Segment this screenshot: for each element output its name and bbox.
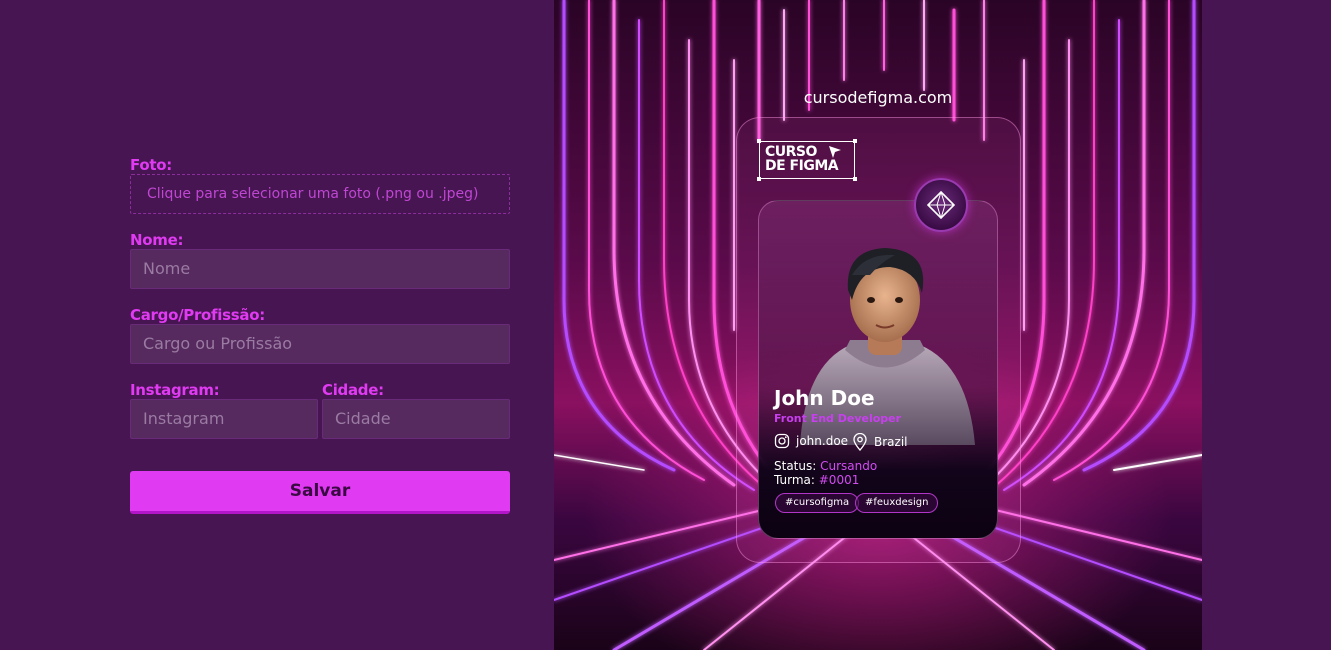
photo-label: Foto: — [130, 156, 172, 174]
diamond-badge-icon — [927, 191, 955, 219]
site-url: cursodefigma.com — [803, 88, 953, 107]
profile-role: Front End Developer — [774, 412, 902, 425]
profile-instagram: john.doe — [774, 433, 848, 449]
profile-name: John Doe — [774, 386, 875, 410]
location-pin-icon — [853, 433, 867, 451]
city-label: Cidade: — [322, 381, 384, 399]
logo-line-2: DE FIGMA — [765, 158, 839, 174]
class-value: #0001 — [818, 473, 860, 487]
profile-city-name: Brazil — [874, 435, 908, 449]
profile-city: Brazil — [852, 433, 908, 451]
tag-cursofigma: #cursofigma — [775, 493, 860, 513]
profile-status: Status: Cursando — [774, 459, 877, 473]
instagram-icon — [774, 433, 790, 449]
role-input[interactable]: Cargo ou Profissão — [130, 324, 510, 364]
diamond-badge — [914, 178, 968, 232]
role-input-placeholder: Cargo ou Profissão — [143, 334, 293, 353]
photo-upload-dropzone[interactable]: Clique para selecionar uma foto (.png ou… — [130, 174, 510, 214]
instagram-input-placeholder: Instagram — [143, 409, 225, 428]
save-button[interactable]: Salvar — [130, 471, 510, 514]
city-input-placeholder: Cidade — [335, 409, 391, 428]
class-label: Turma: — [774, 473, 815, 487]
tag-feuxdesign: #feuxdesign — [855, 493, 939, 513]
cursor-arrow-icon — [829, 146, 841, 158]
role-label: Cargo/Profissão: — [130, 306, 265, 324]
curso-de-figma-logo: CURSO DE FIGMA — [757, 139, 857, 181]
status-value: Cursando — [820, 459, 878, 473]
badge-preview-panel: cursodefigma.com CURSO DE FIGMA John Doe… — [554, 0, 1202, 650]
instagram-input[interactable]: Instagram — [130, 399, 318, 439]
photo-upload-placeholder: Clique para selecionar uma foto (.png ou… — [147, 186, 479, 202]
instagram-label: Instagram: — [130, 381, 220, 399]
profile-class: Turma: #0001 — [774, 473, 859, 487]
status-label: Status: — [774, 459, 817, 473]
profile-instagram-handle: john.doe — [796, 434, 849, 448]
name-input-placeholder: Nome — [143, 259, 191, 278]
city-input[interactable]: Cidade — [322, 399, 510, 439]
name-label: Nome: — [130, 231, 184, 249]
name-input[interactable]: Nome — [130, 249, 510, 289]
